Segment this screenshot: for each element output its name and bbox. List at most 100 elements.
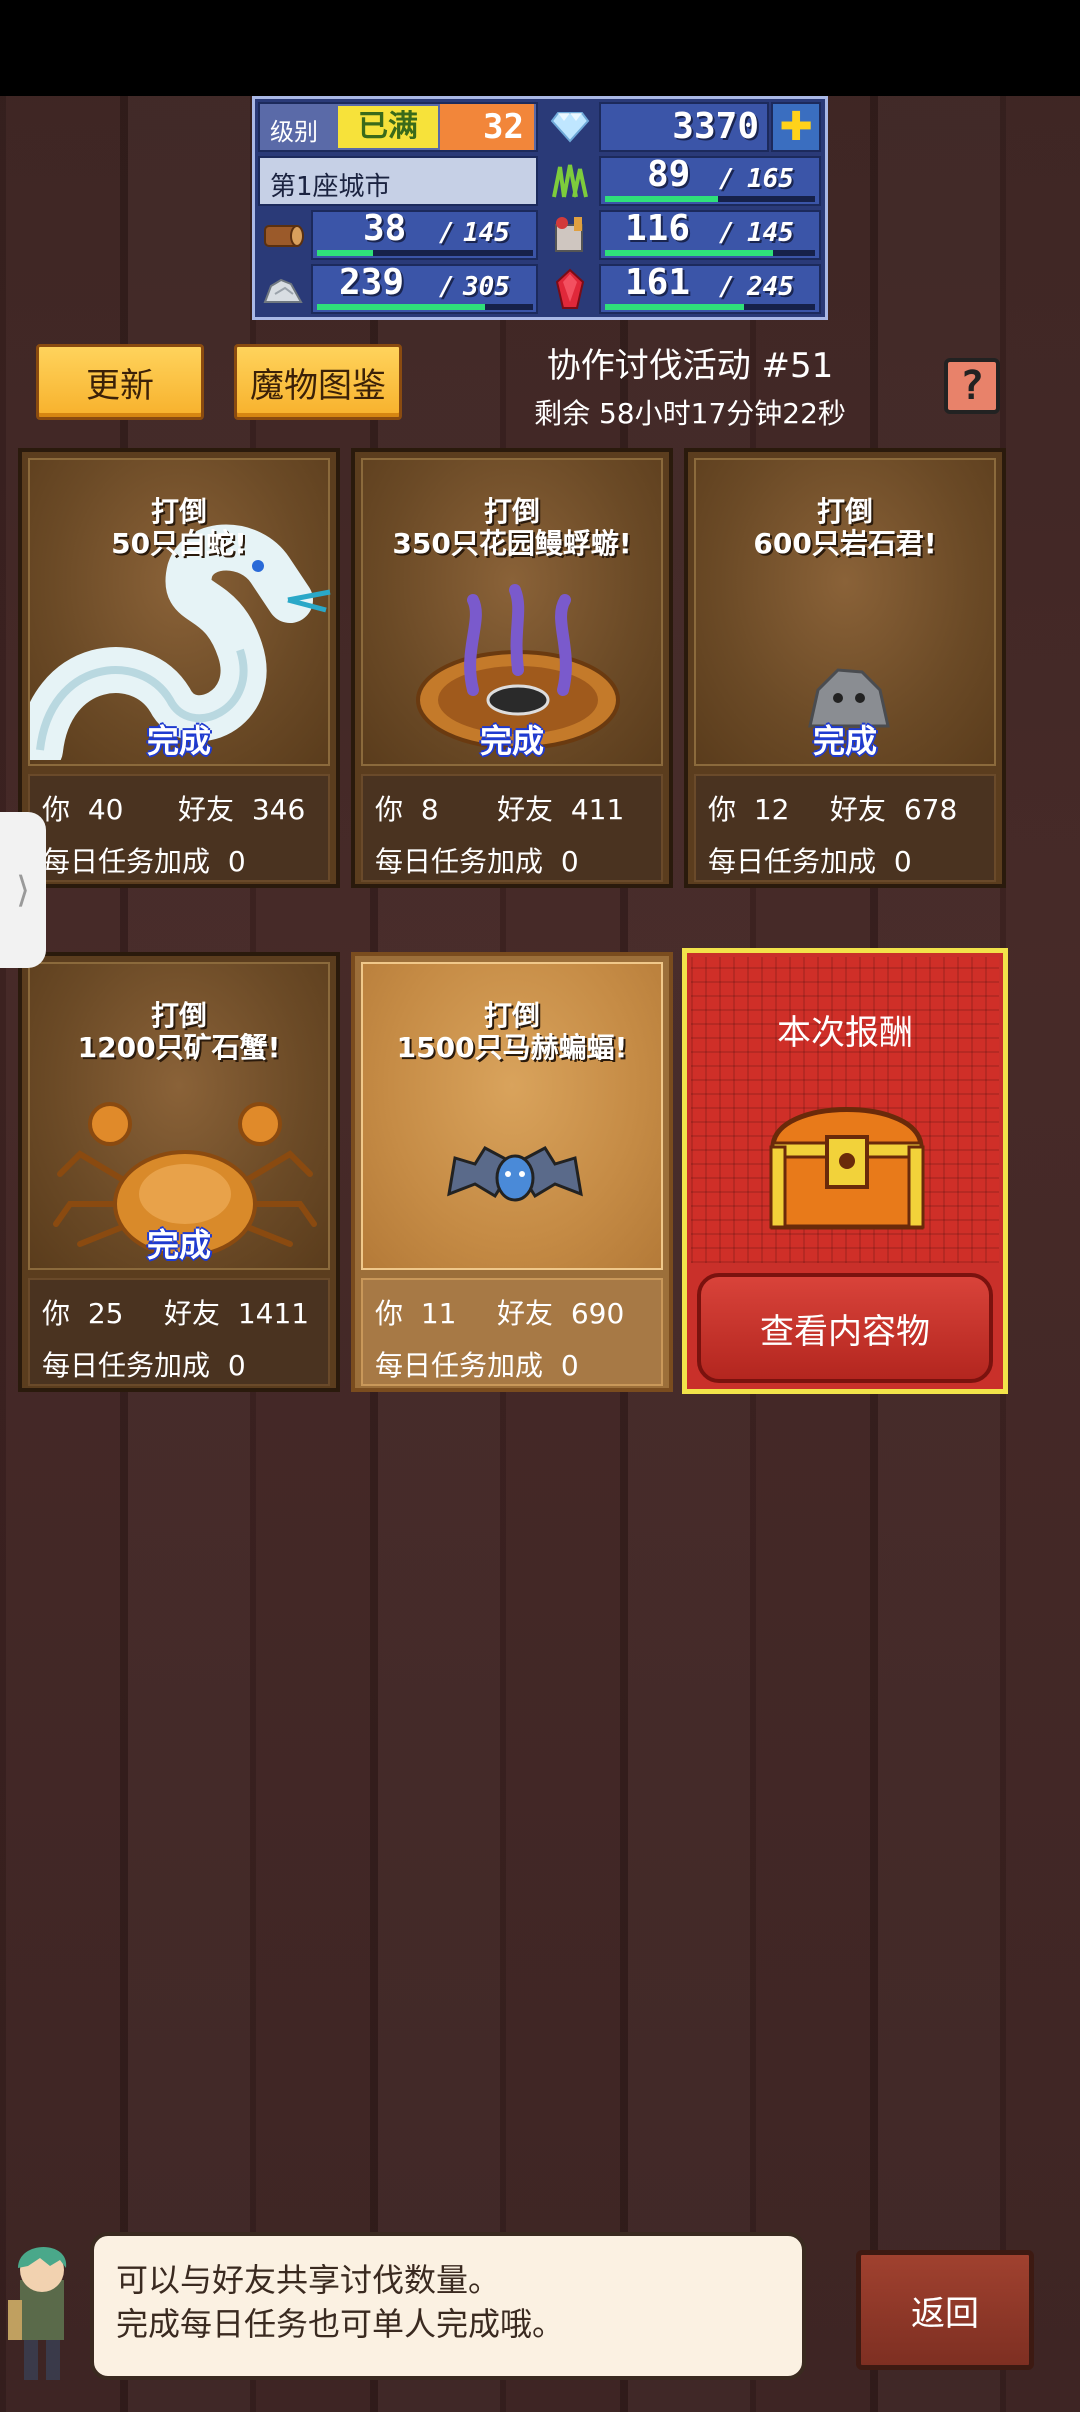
reward-title: 本次报酬 bbox=[777, 1013, 913, 1053]
card-title: 打倒 350只花园鳗蜉蝣! bbox=[363, 496, 661, 560]
card-title: 打倒 1500只马赫蝙蝠! bbox=[363, 1000, 661, 1064]
treasure-chest-icon bbox=[769, 1107, 925, 1230]
wood-slash: / bbox=[439, 218, 455, 248]
advisor-message: 可以与好友共享讨伐数量。 完成每日任务也可单人完成哦。 bbox=[90, 2232, 806, 2380]
question-icon: ? bbox=[959, 363, 985, 409]
card-title-verb: 打倒 bbox=[483, 495, 540, 528]
monster-card[interactable]: 打倒 1200只矿石蟹! 完成 你 25 好友 1411 每日任务加成 0 bbox=[18, 952, 340, 1392]
card-stats: 你 12 好友 678 每日任务加成 0 bbox=[694, 774, 996, 882]
card-stats: 你 40 好友 346 每日任务加成 0 bbox=[28, 774, 330, 882]
ruby-max: 245 bbox=[747, 272, 794, 302]
card-image-area: 打倒 1200只矿石蟹! 完成 bbox=[28, 962, 330, 1270]
card-title-verb: 打倒 bbox=[150, 999, 207, 1032]
side-drawer-tab[interactable]: ⟩ bbox=[0, 812, 46, 968]
friends-count: 好友 411 bbox=[497, 793, 625, 826]
help-button[interactable]: ? bbox=[944, 358, 1000, 414]
complete-label: 完成 bbox=[146, 722, 211, 760]
plus-icon: ✚ bbox=[779, 104, 813, 150]
food-slash: / bbox=[719, 218, 735, 248]
monster-card[interactable]: 打倒 50只白蛇! 完成 你 40 好友 346 每日任务加成 0 bbox=[18, 448, 340, 888]
status-bar bbox=[0, 0, 1080, 96]
reward-image-area: 本次报酬 bbox=[691, 957, 999, 1263]
you-count: 你 25 bbox=[42, 1297, 124, 1330]
stone-value: 239 bbox=[339, 262, 405, 303]
stone-max: 305 bbox=[463, 272, 510, 302]
level-value: 32 bbox=[440, 104, 534, 150]
monster-card[interactable]: 打倒 600只岩石君! 完成 你 12 好友 678 每日任务加成 0 bbox=[684, 448, 1006, 888]
view-contents-button[interactable]: 查看内容物 bbox=[697, 1273, 993, 1383]
city-label: 第1座城市 bbox=[270, 172, 391, 202]
level-cell: 级别 已满 32 bbox=[258, 102, 538, 152]
ruby-icon bbox=[545, 264, 595, 314]
wood-log-icon bbox=[258, 210, 308, 260]
grass-cell: 89 / 165 bbox=[599, 154, 821, 206]
reward-card: 本次报酬 查看内容物 bbox=[682, 948, 1008, 1394]
grass-slash: / bbox=[719, 164, 735, 194]
event-title: 协作讨伐活动 #51 bbox=[546, 346, 834, 386]
refresh-button[interactable]: 更新 bbox=[36, 344, 204, 420]
you-count: 你 12 bbox=[708, 793, 790, 826]
complete-label: 完成 bbox=[812, 722, 877, 760]
friends-count: 好友 346 bbox=[178, 793, 306, 826]
card-image-area: 打倒 600只岩石君! 完成 bbox=[694, 458, 996, 766]
food-max: 145 bbox=[747, 218, 794, 248]
gem-icon bbox=[545, 102, 595, 152]
card-title-target: 1500只马赫蝙蝠! bbox=[396, 1031, 628, 1064]
card-title-verb: 打倒 bbox=[483, 999, 540, 1032]
card-title-target: 1200只矿石蟹! bbox=[77, 1031, 281, 1064]
you-count: 你 8 bbox=[375, 793, 439, 826]
chevron-right-icon: ⟩ bbox=[15, 869, 31, 911]
city-cell[interactable]: 第1座城市 bbox=[258, 156, 538, 206]
card-title-target: 350只花园鳗蜉蝣! bbox=[392, 527, 632, 560]
stone-bar bbox=[317, 304, 533, 310]
daily-bonus: 每日任务加成 0 bbox=[708, 845, 912, 878]
back-button[interactable]: 返回 bbox=[856, 2250, 1034, 2370]
card-stats: 你 8 好友 411 每日任务加成 0 bbox=[361, 774, 663, 882]
monster-card[interactable]: 打倒 350只花园鳗蜉蝣! 完成 你 8 好友 411 每日任务加成 0 bbox=[351, 448, 673, 888]
ruby-cell: 161 / 245 bbox=[599, 262, 821, 314]
add-gems-button[interactable]: ✚ bbox=[771, 102, 821, 152]
friends-count: 好友 1411 bbox=[164, 1297, 310, 1330]
card-title-verb: 打倒 bbox=[150, 495, 207, 528]
card-image-area: 打倒 1500只马赫蝙蝠! bbox=[361, 962, 663, 1270]
card-title-target: 600只岩石君! bbox=[753, 527, 937, 560]
card-stats: 你 11 好友 690 每日任务加成 0 bbox=[361, 1278, 663, 1386]
you-count: 你 11 bbox=[375, 1297, 457, 1330]
complete-label: 完成 bbox=[146, 1226, 211, 1264]
ruby-slash: / bbox=[719, 272, 735, 302]
card-title-target: 50只白蛇! bbox=[111, 527, 247, 560]
stone-icon bbox=[258, 264, 308, 314]
wood-value: 38 bbox=[363, 208, 407, 249]
ruby-bar bbox=[605, 304, 815, 310]
message-line-1: 可以与好友共享讨伐数量。 bbox=[116, 2261, 501, 2299]
gems-value: 3370 bbox=[672, 106, 759, 147]
mach-bat-icon bbox=[447, 1146, 583, 1202]
friends-count: 好友 690 bbox=[497, 1297, 625, 1330]
grass-max: 165 bbox=[747, 164, 794, 194]
grass-value: 89 bbox=[647, 154, 691, 195]
stone-slash: / bbox=[439, 272, 455, 302]
friends-count: 好友 678 bbox=[830, 793, 958, 826]
daily-bonus: 每日任务加成 0 bbox=[375, 845, 579, 878]
food-icon bbox=[545, 210, 595, 260]
daily-bonus: 每日任务加成 0 bbox=[42, 1349, 246, 1382]
gems-cell: 3370 bbox=[599, 102, 769, 152]
grass-bar bbox=[605, 196, 815, 202]
wood-cell: 38 / 145 bbox=[311, 208, 538, 260]
card-stats: 你 25 好友 1411 每日任务加成 0 bbox=[28, 1278, 330, 1386]
food-cell: 116 / 145 bbox=[599, 208, 821, 260]
level-label: 级别 bbox=[270, 118, 318, 146]
bestiary-button[interactable]: 魔物图鉴 bbox=[234, 344, 402, 420]
daily-bonus: 每日任务加成 0 bbox=[375, 1349, 579, 1382]
card-image-area: 打倒 350只花园鳗蜉蝣! 完成 bbox=[361, 458, 663, 766]
card-title: 打倒 50只白蛇! bbox=[30, 496, 328, 560]
event-remaining-time: 剩余 58小时17分钟22秒 bbox=[534, 397, 846, 430]
level-badge: 已满 bbox=[338, 106, 438, 148]
card-title-verb: 打倒 bbox=[816, 495, 873, 528]
food-value: 116 bbox=[625, 208, 691, 249]
food-bar bbox=[605, 250, 815, 256]
monster-card[interactable]: 打倒 1500只马赫蝙蝠! 你 11 好友 690 每日任务加成 0 bbox=[351, 952, 673, 1392]
wood-max: 145 bbox=[463, 218, 510, 248]
advisor-avatar bbox=[8, 2247, 67, 2380]
ruby-value: 161 bbox=[625, 262, 691, 303]
